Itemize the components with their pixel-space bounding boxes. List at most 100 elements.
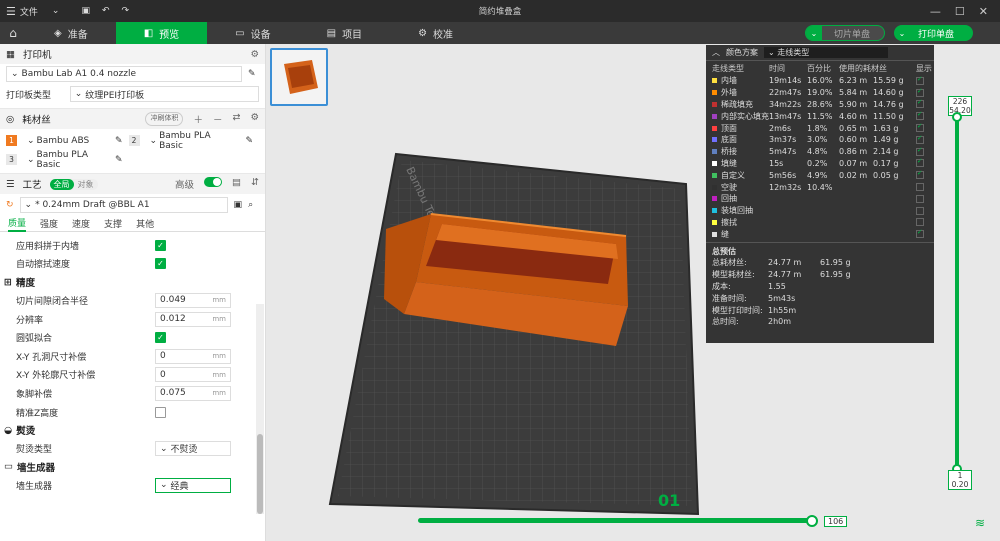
- visibility-checkbox[interactable]: [915, 122, 924, 133]
- undo-icon[interactable]: ↶: [96, 0, 116, 22]
- filament-select[interactable]: ⌄ Bambu ABS: [23, 132, 109, 149]
- weight-cell: 14.76 g: [873, 99, 904, 109]
- tab-preview[interactable]: ◧ 预览: [115, 22, 208, 44]
- visibility-checkbox[interactable]: [915, 169, 924, 180]
- print-plate-button[interactable]: ⌄ 打印单盘: [894, 25, 973, 41]
- scrollbar-thumb[interactable]: [257, 434, 263, 514]
- filament-color-swatch[interactable]: 1: [6, 135, 17, 146]
- filament-select[interactable]: ⌄ Bambu PLA Basic: [23, 150, 109, 170]
- maximize-icon[interactable]: ☐: [955, 5, 965, 18]
- global-option[interactable]: 全局: [49, 178, 74, 190]
- auto-wipe-checkbox[interactable]: ✓: [155, 258, 166, 270]
- type-label: 外墙: [721, 88, 737, 98]
- chevron-down-icon: ⌄: [51, 6, 60, 16]
- layers-icon[interactable]: ≋: [975, 516, 985, 530]
- search-icon[interactable]: ⌕: [248, 200, 253, 210]
- ironing-type-select[interactable]: ⌄ 不熨烫: [155, 441, 231, 457]
- visibility-checkbox[interactable]: [915, 134, 924, 144]
- sync-icon[interactable]: ⇄: [233, 112, 241, 126]
- collapse-icon[interactable]: ︿: [712, 47, 720, 58]
- precise-z-checkbox[interactable]: [155, 406, 166, 418]
- summary-value: 61.95 g: [820, 258, 851, 268]
- visibility-checkbox[interactable]: [915, 218, 924, 227]
- wall-generator-select[interactable]: ⌄ 经典: [155, 477, 231, 493]
- legend-row: 内墙 19m14s 16.0% 6.23 m 15.59 g: [706, 75, 934, 87]
- advanced-label: 高级: [175, 180, 195, 191]
- save-icon[interactable]: ▣: [234, 200, 243, 210]
- resolution-input[interactable]: 0.012 mm: [155, 311, 231, 327]
- edit-icon[interactable]: ✎: [246, 136, 254, 146]
- redo-icon[interactable]: ↷: [116, 0, 136, 22]
- tab-calibration[interactable]: ⚙ 校准: [390, 22, 481, 44]
- save-icon[interactable]: ▣: [75, 0, 96, 22]
- visibility-cell: [915, 157, 934, 170]
- list-icon[interactable]: ▤: [232, 177, 241, 191]
- subtab-support[interactable]: 支撑: [104, 217, 122, 230]
- visibility-checkbox[interactable]: [915, 146, 924, 156]
- visibility-checkbox[interactable]: [915, 87, 924, 97]
- subtab-other[interactable]: 其他: [136, 217, 154, 230]
- visibility-cell: [915, 169, 934, 181]
- move-slider-value: 106: [824, 516, 848, 527]
- xy-hole-input[interactable]: 0 mm: [155, 348, 231, 364]
- legend-type: 回抽: [706, 193, 769, 205]
- subtab-strength[interactable]: 强度: [40, 217, 58, 230]
- edit-icon[interactable]: ✎: [248, 69, 256, 79]
- subtab-speed[interactable]: 速度: [72, 217, 90, 230]
- add-icon[interactable]: ＋: [193, 112, 203, 126]
- minimize-icon[interactable]: —: [930, 5, 941, 18]
- gear-icon[interactable]: ⚙: [250, 49, 259, 60]
- compare-icon[interactable]: ⇵: [251, 177, 259, 191]
- edit-icon[interactable]: ✎: [115, 155, 123, 165]
- tab-prepare[interactable]: ◈ 准备: [26, 22, 116, 44]
- visibility-cell: [915, 146, 934, 158]
- flush-volume-button[interactable]: 冲刷体积: [145, 112, 184, 126]
- visibility-checkbox[interactable]: [915, 110, 924, 121]
- weight-cell: 0.17 g: [873, 158, 899, 168]
- elephant-foot-input[interactable]: 0.075 mm: [155, 385, 231, 401]
- visibility-checkbox[interactable]: [915, 228, 924, 239]
- subtab-quality[interactable]: 质量: [8, 216, 27, 232]
- edit-icon[interactable]: ✎: [115, 136, 123, 146]
- slice-gap-input[interactable]: 0.049 mm: [155, 292, 231, 308]
- visibility-checkbox[interactable]: [915, 206, 924, 215]
- reset-icon[interactable]: ↻: [6, 200, 14, 210]
- tab-device[interactable]: ▭ 设备: [207, 22, 298, 44]
- slice-plate-button[interactable]: ⌄ 切片单盘: [805, 25, 885, 41]
- file-menu[interactable]: ☰ 文件 ⌄: [0, 0, 65, 22]
- home-button[interactable]: ⌂: [0, 22, 26, 44]
- chevron-down-icon[interactable]: ⌄: [894, 29, 910, 38]
- global-object-toggle[interactable]: 全局 对象: [49, 178, 98, 190]
- visibility-checkbox[interactable]: [915, 183, 924, 192]
- weight-cell: [873, 228, 916, 240]
- apply-seam-checkbox[interactable]: ✓: [155, 239, 166, 251]
- chevron-down-icon[interactable]: ⌄: [806, 26, 822, 40]
- move-slider-track[interactable]: [418, 518, 814, 523]
- printer-select[interactable]: ⌄ Bambu Lab A1 0.4 nozzle: [6, 66, 242, 82]
- filament-color-swatch[interactable]: 2: [128, 135, 140, 146]
- xy-contour-input[interactable]: 0 mm: [155, 367, 231, 383]
- plate-thumbnail[interactable]: [270, 48, 328, 106]
- remove-icon[interactable]: －: [213, 112, 223, 126]
- visibility-checkbox[interactable]: [915, 75, 924, 85]
- filament-select[interactable]: ⌄ Bambu PLA Basic: [145, 131, 240, 151]
- top-layer-handle[interactable]: [952, 112, 962, 122]
- visibility-checkbox[interactable]: [915, 194, 924, 203]
- object-option[interactable]: 对象: [74, 179, 98, 190]
- move-slider-handle[interactable]: [806, 515, 818, 527]
- layer-slider-track[interactable]: [955, 118, 959, 468]
- filament-color-swatch[interactable]: 3: [6, 154, 17, 165]
- visibility-checkbox[interactable]: [915, 157, 924, 168]
- legend-type: 底面: [706, 134, 769, 146]
- close-icon[interactable]: ✕: [979, 5, 988, 18]
- legend-row: 内部实心填充 13m47s 11.5% 4.60 m 11.50 g: [706, 110, 934, 122]
- plate-type-select[interactable]: ⌄ 纹理PEI打印板: [69, 86, 259, 102]
- settings-scrollbar[interactable]: [256, 304, 264, 514]
- visibility-checkbox[interactable]: [915, 98, 924, 109]
- gear-icon[interactable]: ⚙: [250, 112, 259, 126]
- color-scheme-select[interactable]: ⌄ 走线类型: [764, 47, 888, 58]
- tab-project[interactable]: ▤ 项目: [299, 22, 390, 44]
- advanced-toggle[interactable]: [204, 177, 223, 187]
- arc-fit-checkbox[interactable]: ✓: [155, 332, 166, 344]
- process-preset-select[interactable]: ⌄ * 0.24mm Draft @BBL A1: [19, 197, 228, 213]
